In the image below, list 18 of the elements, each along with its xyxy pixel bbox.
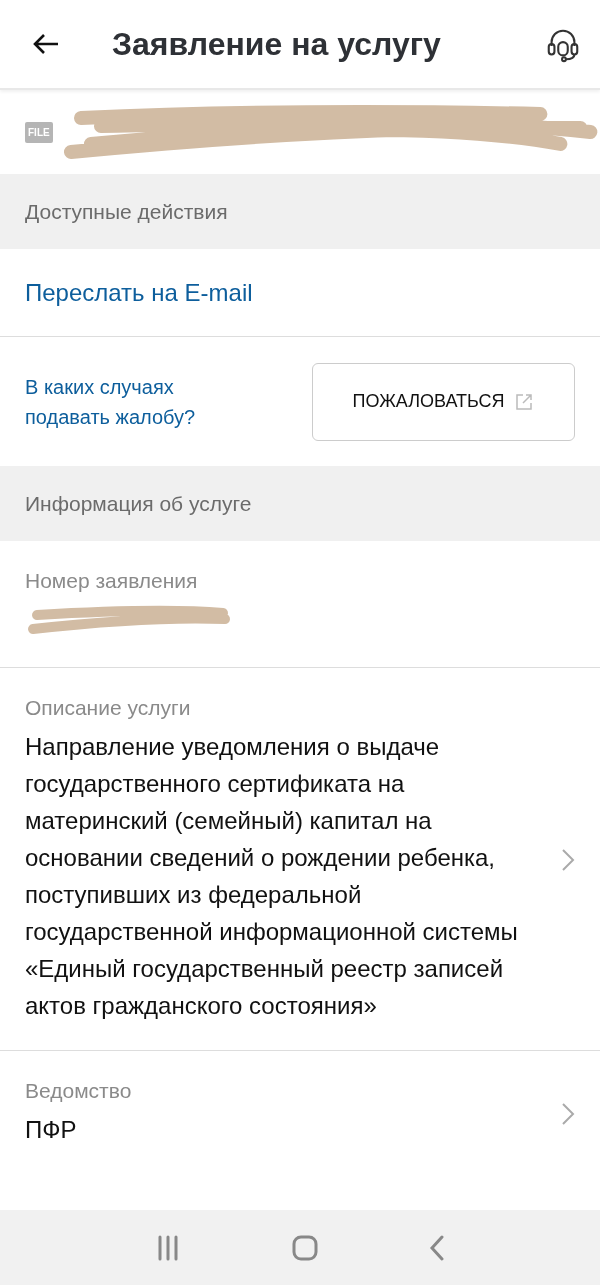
complain-button[interactable]: ПОЖАЛОВАТЬСЯ [312,362,575,441]
section-header: Доступные действия [0,174,600,249]
external-link-icon [514,391,535,412]
file-type-badge: FILE [25,121,53,143]
chevron-right-icon[interactable] [561,848,575,872]
field-label: Ведомство [25,1079,133,1103]
back-arrow-icon[interactable] [32,32,60,56]
home-icon[interactable] [291,1233,319,1262]
field-value: Направление уведомления о выдаче государственного сертификата на материнский (семейный) капитал на основании сведений о рождении ребенка, поступивших из федеральной государственной информационной системы «Единый государственный реестр записей актов гражданского состояния» [25,732,519,1021]
field-value: ПФР [25,1115,78,1145]
chevron-right-icon[interactable] [561,1101,575,1126]
field-label: Описание услуги [25,696,192,720]
email-forward-link[interactable]: Переслать на E-mail [25,278,253,307]
screen-title: Заявление на услугу [112,25,442,63]
complaint-info-link[interactable]: В каких случаях подавать жалобу? [25,371,255,432]
section-header: Информация об услуге [0,466,600,541]
back-icon[interactable] [429,1234,445,1261]
field-label: Номер заявления [25,569,199,593]
